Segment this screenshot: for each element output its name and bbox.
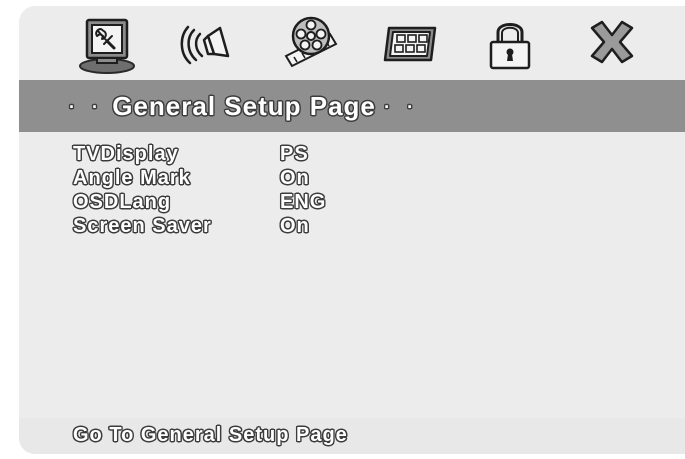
setting-value: ENG	[280, 191, 327, 213]
setting-value: On	[280, 167, 310, 189]
general-setup-icon[interactable]	[77, 14, 137, 74]
setting-value: PS	[280, 143, 309, 165]
page-title: · · General Setup Page · ·	[69, 89, 419, 126]
status-text: Go To General Setup Page	[73, 424, 348, 446]
setup-menu-screen: · · General Setup Page · · TVDisplay PS …	[19, 6, 685, 454]
exit-icon[interactable]	[582, 14, 642, 74]
status-bar: Go To General Setup Page	[19, 418, 685, 454]
menu-icon-bar	[19, 6, 685, 78]
page-title-text: General Setup Page	[112, 91, 376, 121]
setting-label: Angle Mark	[73, 167, 191, 189]
setting-row-osd-lang[interactable]: OSDLang ENG	[73, 190, 393, 214]
setting-row-angle-mark[interactable]: Angle Mark On	[73, 166, 393, 190]
video-setup-icon[interactable]	[280, 14, 340, 74]
password-lock-icon[interactable]	[480, 14, 540, 74]
setting-label: OSDLang	[73, 191, 172, 213]
setting-row-screen-saver[interactable]: Screen Saver On	[73, 214, 393, 238]
setting-label: Screen Saver	[73, 215, 212, 237]
title-dots-right: · ·	[384, 97, 420, 117]
page-title-bar: · · General Setup Page · ·	[19, 80, 685, 132]
title-dots-left: · ·	[69, 97, 104, 117]
preference-icon[interactable]	[381, 14, 441, 74]
audio-setup-icon[interactable]	[180, 14, 240, 74]
setting-label: TVDisplay	[73, 143, 179, 165]
setting-value: On	[280, 215, 310, 237]
setting-row-tv-display[interactable]: TVDisplay PS	[73, 142, 393, 166]
